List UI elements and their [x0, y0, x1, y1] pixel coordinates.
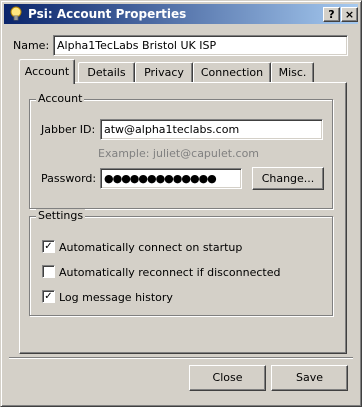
tab-connection[interactable]: Connection [193, 62, 271, 82]
name-input[interactable]: Alpha1TecLabs Bristol UK ISP [53, 35, 348, 56]
settings-groupbox: Settings ✓ Automatically connect on star… [29, 209, 333, 316]
save-button-label: Save [295, 371, 323, 384]
jabber-id-label: Jabber ID: [41, 123, 96, 136]
account-tab-panel: Account Jabber ID: atw@alpha1teclabs.com… [19, 82, 347, 354]
save-button[interactable]: Save [271, 365, 348, 391]
jabber-id-input[interactable]: atw@alpha1teclabs.com [100, 119, 323, 140]
close-window-button[interactable]: × [341, 7, 358, 22]
tab-account-label: Account [24, 65, 70, 78]
settings-group-title: Settings [36, 209, 86, 222]
log-history-label[interactable]: Log message history [59, 291, 173, 304]
name-label: Name: [13, 39, 50, 52]
tab-privacy[interactable]: Privacy [135, 62, 193, 82]
password-label: Password: [41, 172, 97, 185]
tab-privacy-label: Privacy [144, 66, 184, 79]
close-button-label: Close [212, 371, 243, 384]
help-icon: ? [328, 8, 335, 21]
jabber-id-example: Example: juliet@capulet.com [98, 147, 260, 160]
footer-divider [9, 357, 353, 359]
name-input-value: Alpha1TecLabs Bristol UK ISP [57, 39, 217, 52]
jabber-id-value: atw@alpha1teclabs.com [104, 123, 240, 136]
tab-connection-label: Connection [200, 66, 264, 79]
window-title: Psi: Account Properties [28, 7, 187, 21]
tab-misc-label: Misc. [278, 66, 307, 79]
change-password-button[interactable]: Change... [252, 167, 324, 190]
tab-details-label: Details [87, 66, 126, 79]
password-value: ●●●●●●●●●●●●● [104, 172, 217, 185]
auto-reconnect-label[interactable]: Automatically reconnect if disconnected [59, 266, 280, 279]
close-icon: × [344, 8, 355, 21]
psi-lightbulb-icon [10, 6, 22, 21]
account-group-title: Account [36, 92, 85, 105]
title-bar[interactable]: Psi: Account Properties ? × [4, 4, 358, 24]
account-groupbox: Account Jabber ID: atw@alpha1teclabs.com… [29, 92, 333, 209]
close-button[interactable]: Close [189, 365, 266, 391]
account-properties-window: Psi: Account Properties ? × Name: Alpha1… [0, 0, 362, 407]
auto-connect-label[interactable]: Automatically connect on startup [59, 241, 242, 254]
checkmark-icon: ✓ [44, 241, 53, 252]
tab-misc[interactable]: Misc. [271, 62, 314, 82]
password-input[interactable]: ●●●●●●●●●●●●● [100, 168, 242, 189]
help-button[interactable]: ? [323, 7, 340, 22]
checkmark-icon: ✓ [44, 291, 53, 302]
tab-details[interactable]: Details [78, 62, 135, 82]
tab-account[interactable]: Account [19, 59, 75, 84]
auto-reconnect-checkbox[interactable] [42, 265, 55, 278]
change-button-label: Change... [261, 172, 315, 185]
log-history-checkbox[interactable]: ✓ [42, 290, 55, 303]
auto-connect-checkbox[interactable]: ✓ [42, 240, 55, 253]
